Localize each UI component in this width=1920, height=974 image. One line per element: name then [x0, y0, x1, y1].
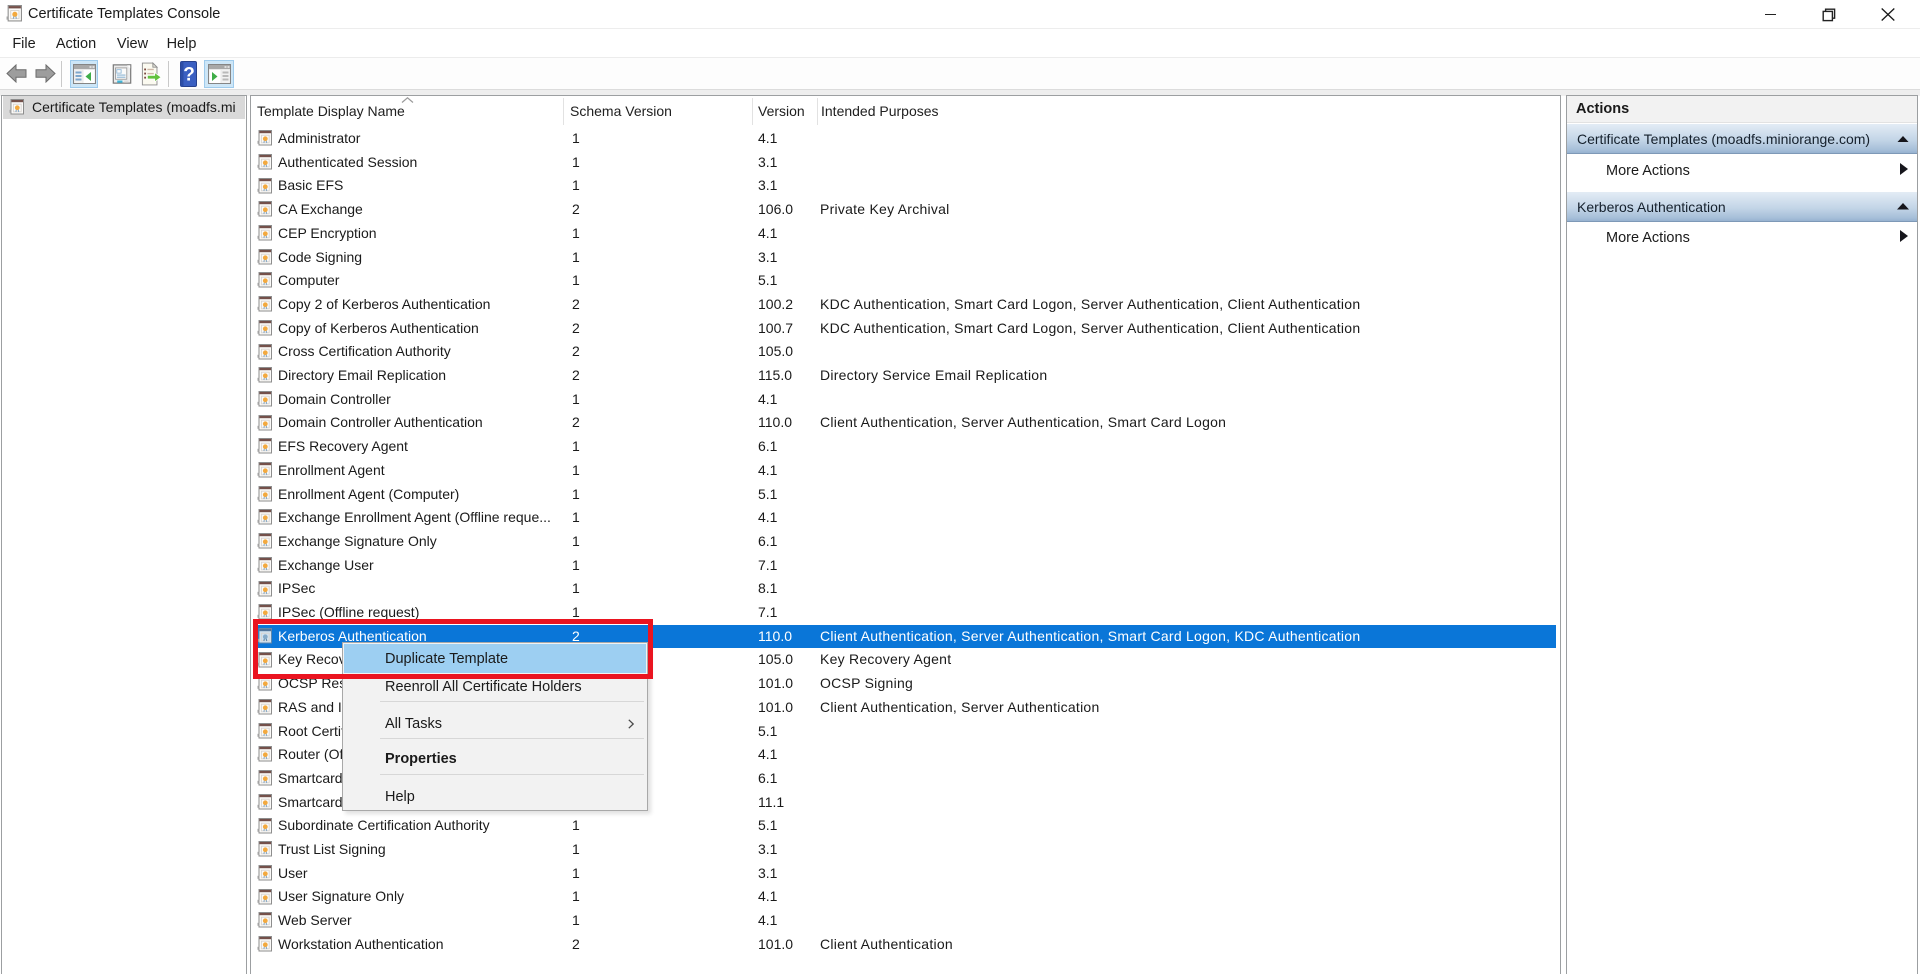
svg-text:?: ?	[183, 65, 195, 86]
